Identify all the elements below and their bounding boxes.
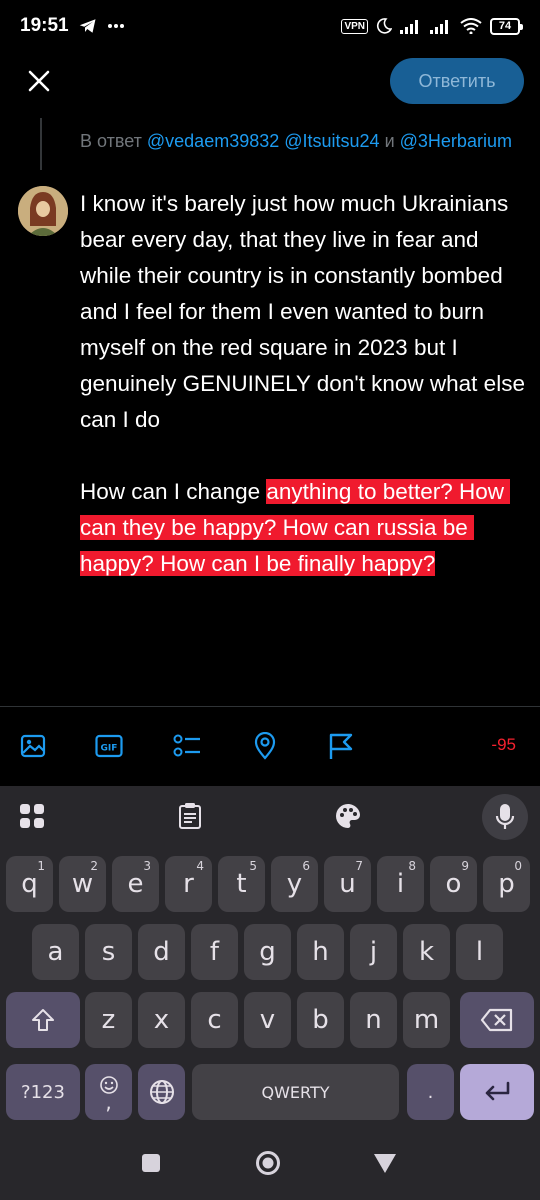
key-u[interactable]: u7 (324, 856, 371, 912)
key-o[interactable]: o9 (430, 856, 477, 912)
more-dots-icon (107, 23, 125, 29)
svg-text:GIF: GIF (101, 744, 118, 754)
char-count: -95 (491, 735, 516, 754)
image-icon[interactable] (18, 731, 48, 761)
telegram-icon (79, 18, 97, 34)
key-q[interactable]: q1 (6, 856, 53, 912)
reply-mentions[interactable]: @vedaem39832 @Itsuitsu24 (147, 131, 380, 151)
key-i[interactable]: i8 (377, 856, 424, 912)
key-a[interactable]: a (32, 924, 79, 980)
emoji-comma-key[interactable]: , (85, 1064, 132, 1120)
compose-toolbar: GIF -95 (0, 706, 540, 786)
shift-icon (32, 1009, 54, 1031)
system-nav-bar (0, 1126, 540, 1200)
key-c[interactable]: c (191, 992, 238, 1048)
key-s[interactable]: s (85, 924, 132, 980)
back-icon[interactable] (372, 1150, 398, 1176)
clock: 19:51 (20, 15, 69, 36)
period-key[interactable]: . (407, 1064, 454, 1120)
space-key[interactable]: QWERTY (192, 1064, 399, 1120)
language-key[interactable] (138, 1064, 185, 1120)
thread-line (40, 118, 42, 170)
key-f[interactable]: f (191, 924, 238, 980)
key-t[interactable]: t5 (218, 856, 265, 912)
key-v[interactable]: v (244, 992, 291, 1048)
tweet-text-input[interactable]: I know it's barely just how much Ukraini… (80, 186, 530, 582)
signal-icon (430, 18, 452, 34)
key-p[interactable]: p0 (483, 856, 530, 912)
mic-icon[interactable] (482, 794, 528, 840)
symbols-key[interactable]: ?123 (6, 1064, 80, 1120)
reply-context: В ответ @vedaem39832 @Itsuitsu24 и @3Her… (80, 128, 520, 154)
reply-button[interactable]: Ответить (390, 58, 524, 104)
key-y[interactable]: y6 (271, 856, 318, 912)
keyboard-toolbar (0, 786, 540, 844)
backspace-key[interactable] (460, 992, 534, 1048)
key-k[interactable]: k (403, 924, 450, 980)
clipboard-icon[interactable] (172, 798, 208, 834)
poll-icon[interactable] (172, 731, 202, 761)
key-n[interactable]: n (350, 992, 397, 1048)
status-right: VPN 74 (341, 17, 523, 35)
key-r[interactable]: r4 (165, 856, 212, 912)
flag-icon[interactable] (326, 731, 356, 761)
signal-icon (400, 18, 422, 34)
status-left: 19:51 (20, 15, 125, 37)
avatar[interactable] (18, 186, 68, 236)
moon-icon (376, 18, 392, 34)
status-bar: 19:51 VPN 74 (0, 0, 540, 52)
battery-icon: 74 (490, 17, 523, 35)
key-j[interactable]: j (350, 924, 397, 980)
reply-prefix: В ответ (80, 131, 147, 151)
key-d[interactable]: d (138, 924, 185, 980)
shift-key[interactable] (6, 992, 80, 1048)
key-e[interactable]: e3 (112, 856, 159, 912)
vpn-icon: VPN (341, 18, 368, 34)
reply-mention-extra[interactable]: @3Herbarium (400, 131, 512, 151)
key-b[interactable]: b (297, 992, 344, 1048)
reply-conjunction: и (379, 131, 400, 151)
key-g[interactable]: g (244, 924, 291, 980)
gif-icon[interactable]: GIF (94, 731, 124, 761)
keyboard: q1 w2 e3 r4 t5 y6 u7 i8 o9 p0 a s d f g … (0, 786, 540, 1126)
key-l[interactable]: l (456, 924, 503, 980)
location-icon[interactable] (250, 731, 280, 761)
apps-grid-icon[interactable] (14, 798, 50, 834)
key-z[interactable]: z (85, 992, 132, 1048)
compose-header: Ответить (0, 52, 540, 112)
close-icon[interactable] (22, 64, 56, 98)
key-x[interactable]: x (138, 992, 185, 1048)
home-icon[interactable] (255, 1150, 281, 1176)
wifi-icon (460, 18, 482, 34)
palette-icon[interactable] (330, 798, 366, 834)
enter-key[interactable] (460, 1064, 534, 1120)
tweet-text: I know it's barely just how much Ukraini… (80, 191, 525, 504)
backspace-icon (480, 1008, 513, 1032)
globe-icon (149, 1080, 174, 1104)
enter-icon (485, 1081, 510, 1101)
recents-icon[interactable] (138, 1150, 164, 1176)
key-w[interactable]: w2 (59, 856, 106, 912)
key-m[interactable]: m (403, 992, 450, 1048)
key-h[interactable]: h (297, 924, 344, 980)
